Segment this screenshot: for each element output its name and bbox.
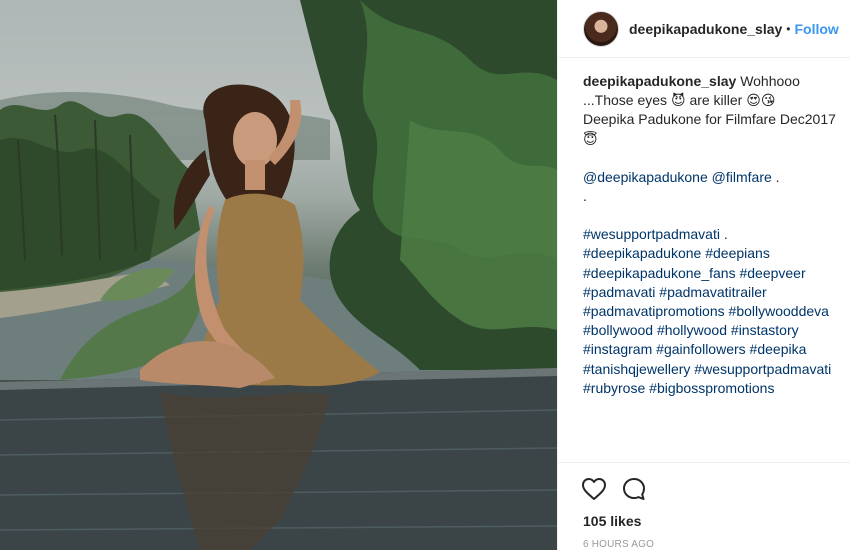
follow-button[interactable]: Follow	[795, 21, 839, 37]
hashtag[interactable]: #padmavati	[583, 284, 655, 300]
hashtag[interactable]: #gainfollowers	[656, 341, 746, 357]
caption-dot-line: .	[583, 188, 587, 205]
instagram-post: deepikapadukone_slay • Follow deepikapad…	[0, 0, 850, 550]
caption-emoji-1: 😈	[670, 92, 686, 109]
hashtag[interactable]: #instagram	[583, 341, 652, 357]
hashtag[interactable]: #tanishqjewellery	[583, 361, 690, 377]
caption-emoji-2: 😇	[583, 130, 598, 147]
caption-text-2: Deepika Padukone for Filmfare Dec2017	[583, 111, 836, 128]
action-icons	[581, 475, 850, 503]
mention-deepikapadukone[interactable]: @deepikapadukone	[583, 169, 708, 185]
post-photo[interactable]	[0, 0, 557, 550]
mention-dot: .	[775, 168, 780, 185]
hashtag[interactable]: #wesupportpadmavati	[694, 361, 831, 377]
header-username[interactable]: deepikapadukone_slay	[629, 21, 782, 37]
hashtag[interactable]: #deepveer	[739, 265, 805, 281]
post-caption: deepikapadukone_slay Wohhooo ...Those ey…	[558, 58, 850, 458]
heart-icon[interactable]	[581, 476, 607, 502]
caption-dot: .	[723, 226, 728, 243]
header-separator: •	[786, 21, 791, 36]
hashtag[interactable]: #padmavatipromotions	[583, 303, 725, 319]
photo-illustration	[0, 0, 557, 550]
post-side-panel: deepikapadukone_slay • Follow deepikapad…	[557, 0, 850, 550]
comment-icon[interactable]	[621, 476, 647, 502]
hashtag[interactable]: #hollywood	[657, 322, 727, 338]
hashtag[interactable]: #deepikapadukone	[583, 245, 701, 261]
hashtag[interactable]: #instastory	[731, 322, 799, 338]
post-header: deepikapadukone_slay • Follow	[558, 0, 850, 58]
hashtag[interactable]: #deepians	[705, 245, 770, 261]
hashtag[interactable]: #rubyrose	[583, 380, 645, 396]
avatar[interactable]	[583, 10, 619, 47]
hashtag[interactable]: #deepikapadukone_fans	[583, 265, 736, 281]
post-actions: 105 likes 6 HOURS AGO	[558, 462, 850, 550]
caption-emoji-1b: 😍😘	[746, 92, 776, 109]
caption-text-1b: are killer	[689, 92, 743, 109]
mention-filmfare[interactable]: @filmfare	[712, 169, 772, 185]
hashtag[interactable]: #bollywood	[583, 322, 653, 338]
hashtag[interactable]: #deepika	[750, 341, 807, 357]
hashtag[interactable]: #bigbosspromotions	[649, 380, 774, 396]
hashtag[interactable]: #wesupportpadmavati	[583, 226, 720, 242]
post-timestamp[interactable]: 6 HOURS AGO	[581, 539, 850, 550]
likes-count[interactable]: 105 likes	[581, 513, 850, 529]
hashtag[interactable]: #bollywooddeva	[729, 303, 829, 319]
caption-username[interactable]: deepikapadukone_slay	[583, 73, 736, 89]
hashtag[interactable]: #padmavatitrailer	[659, 284, 766, 300]
